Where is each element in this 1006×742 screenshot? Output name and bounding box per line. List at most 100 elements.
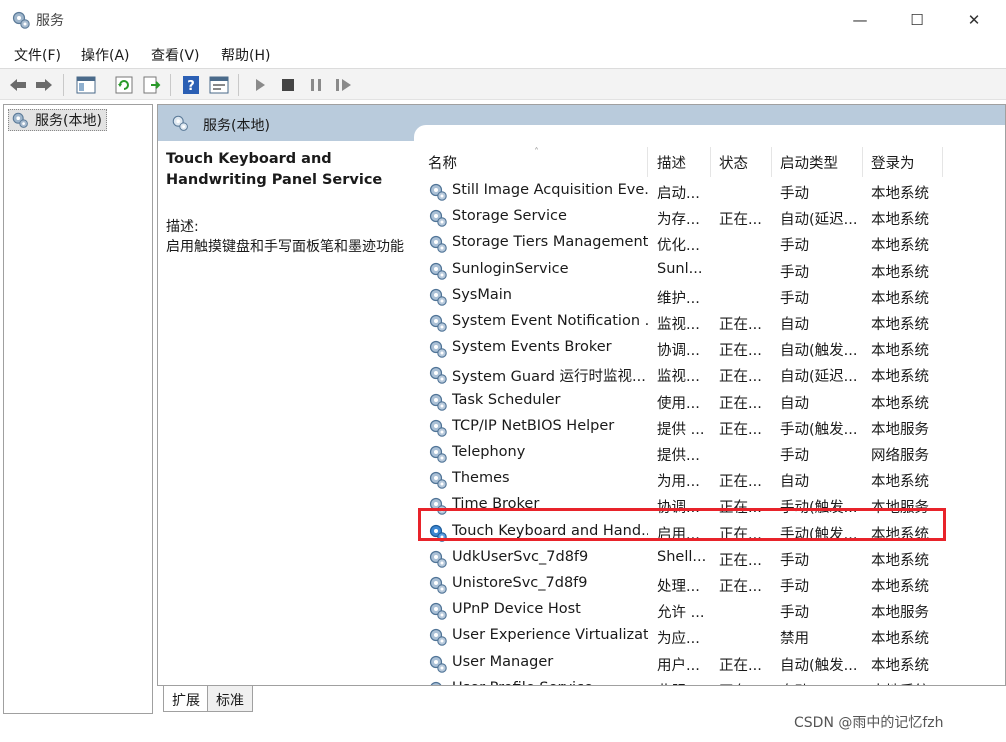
service-description-cell: 启动... [657, 186, 700, 202]
service-description-cell: 使用... [657, 395, 700, 412]
service-description-cell: 优化... [657, 238, 700, 255]
service-startup-type-cell: 手动 [780, 605, 809, 622]
help-icon[interactable]: ? [179, 73, 203, 97]
table-row[interactable]: Telephony 提供... 手动 网络服务 [420, 441, 940, 467]
description-label: 描述: [166, 219, 199, 235]
menu-file[interactable]: 文件(F) [14, 45, 61, 65]
service-log-on-as-cell: 本地系统 [871, 526, 929, 543]
properties-icon[interactable] [207, 73, 231, 97]
tab-extended[interactable]: 扩展 [163, 686, 209, 712]
back-arrow-icon[interactable] [6, 73, 30, 97]
start-service-icon[interactable] [248, 73, 272, 97]
tree-item-services-local[interactable]: 服务(本地) [8, 109, 107, 131]
service-startup-type-cell: 自动(延迟... [780, 212, 858, 229]
service-description-cell: 维护... [657, 290, 700, 307]
service-name-cell: User Manager [452, 653, 554, 670]
table-row[interactable]: System Events Broker 协调... 正在... 自动(触发... 本地… [420, 336, 940, 362]
service-name-cell: SunloginService [452, 260, 569, 277]
column-header-name[interactable]: 名称 ˄ [420, 147, 648, 177]
column-header-name-label: 名称 [428, 155, 457, 172]
service-startup-type-cell: 手动(触发... [780, 500, 858, 517]
restart-service-icon[interactable] [332, 73, 356, 97]
service-name-cell: Storage Tiers Management [452, 234, 648, 251]
service-startup-type-cell: 禁用 [780, 631, 809, 648]
menu-action[interactable]: 操作(A) [81, 45, 130, 65]
table-row[interactable]: SunloginService Sunl... 手动 本地系统 [420, 258, 940, 284]
service-startup-type-cell: 自动(触发... [780, 657, 858, 674]
forward-arrow-icon[interactable] [32, 73, 56, 97]
console-tree-icon[interactable] [74, 73, 98, 97]
service-gear-icon [428, 470, 448, 490]
table-row[interactable]: System Event Notification ... 监视... 正在... 自… [420, 310, 940, 336]
service-description-cell: 启用... [657, 526, 700, 543]
service-log-on-as-cell: 本地系统 [871, 186, 929, 202]
menu-view[interactable]: 查看(V) [151, 45, 200, 65]
export-list-icon[interactable] [140, 73, 164, 97]
table-row[interactable]: Task Scheduler 使用... 正在... 自动 本地系统 [420, 389, 940, 415]
service-gear-icon [428, 654, 448, 674]
view-tabs: 扩展 标准 [157, 686, 457, 714]
services-list: 名称 ˄ 描述 状态 启动类型 登录为 Still Image Acquisit… [420, 141, 1005, 685]
table-row[interactable]: Time Broker 协调... 正在... 手动(触发... 本地服务 [420, 493, 940, 519]
service-name-cell: UnistoreSvc_7d8f9 [452, 575, 588, 591]
table-row[interactable]: TCP/IP NetBIOS Helper 提供 ... 正在... 手动(触发...… [420, 415, 940, 441]
table-row[interactable]: User Manager 用户... 正在... 自动(触发... 本地系统 [420, 651, 940, 677]
service-status-cell: 正在... [719, 474, 762, 491]
service-status-cell: 正在... [719, 317, 762, 333]
service-description-cell: Shell... [657, 548, 707, 565]
pause-service-icon[interactable] [304, 73, 328, 97]
service-status-cell: 正在... [719, 212, 762, 229]
tab-standard[interactable]: 标准 [207, 686, 253, 712]
service-description-cell: 此服... [657, 680, 715, 685]
table-row[interactable]: Touch Keyboard and Hand... 启用... 正在... 手动(触… [420, 520, 940, 546]
service-name-cell: User Experience Virtualizat... [452, 627, 648, 644]
column-header-description[interactable]: 描述 [649, 147, 711, 177]
watermark: CSDN @雨中的记忆fzh [794, 715, 944, 731]
service-startup-type-cell: 自动 [780, 395, 809, 412]
service-description-cell: 为应... [657, 631, 700, 648]
table-row[interactable]: System Guard 运行时监视... 监视... 正在... 自动(延迟... 本… [420, 362, 940, 388]
description-pane: Touch Keyboard and Handwriting Panel Ser… [166, 149, 411, 257]
menu-help[interactable]: 帮助(H) [221, 45, 270, 65]
table-row[interactable]: User Experience Virtualizat... 为应... 禁用 本地系… [420, 624, 940, 650]
table-row[interactable]: UdkUserSvc_7d8f9 Shell... 正在... 手动 本地系统 [420, 546, 940, 572]
stop-service-icon[interactable] [276, 73, 300, 97]
table-row[interactable]: Storage Service 为存... 正在... 自动(延迟... 本地系统 [420, 205, 940, 231]
column-header-startup-type[interactable]: 启动类型 [772, 147, 863, 177]
service-log-on-as-cell: 本地系统 [871, 290, 929, 307]
table-row[interactable]: SysMain 维护... 手动 本地系统 [420, 284, 940, 310]
toolbar: ? [0, 68, 1006, 100]
service-startup-type-cell: 自动 [780, 474, 809, 491]
service-log-on-as-cell: 本地系统 [871, 317, 929, 333]
service-gear-icon [428, 339, 448, 359]
service-description-cell: 提供 ... [657, 421, 705, 438]
service-description-cell: 处理... [657, 579, 700, 595]
service-gear-icon [428, 523, 448, 543]
service-log-on-as-cell: 本地系统 [871, 657, 929, 674]
table-row[interactable]: Still Image Acquisition Eve... 启动... 手动 本地系… [420, 179, 940, 205]
tree-item-label: 服务(本地) [35, 113, 102, 129]
close-button[interactable]: ✕ [946, 0, 1002, 40]
table-row[interactable]: Storage Tiers Management 优化... 手动 本地系统 [420, 231, 940, 257]
service-name-cell: User Profile Service [452, 680, 648, 685]
service-startup-type-cell: 自动 [780, 680, 866, 685]
service-name-cell: Still Image Acquisition Eve... [452, 182, 648, 198]
service-gear-icon [428, 182, 448, 202]
service-gear-icon [428, 261, 448, 281]
service-description-cell: 允许 ... [657, 605, 705, 622]
service-status-cell: 正在... [719, 680, 777, 685]
service-gear-icon [428, 444, 448, 464]
service-status-cell: 正在... [719, 343, 762, 360]
column-header-status[interactable]: 状态 [711, 147, 772, 177]
service-startup-type-cell: 手动 [780, 448, 809, 464]
maximize-button[interactable]: ☐ [889, 0, 945, 40]
minimize-button[interactable]: — [832, 0, 888, 40]
table-row[interactable]: UnistoreSvc_7d8f9 处理... 正在... 手动 本地系统 [420, 572, 940, 598]
services-gear-icon [12, 11, 30, 29]
column-header-log-on-as[interactable]: 登录为 [863, 147, 943, 177]
table-row[interactable]: UPnP Device Host 允许 ... 手动 本地服务 [420, 598, 940, 624]
service-log-on-as-cell: 本地系统 [871, 579, 929, 595]
table-row[interactable]: Themes 为用... 正在... 自动 本地系统 [420, 467, 940, 493]
table-row[interactable]: User Profile Service 此服... 正在...自动本地系统 [420, 677, 940, 685]
refresh-icon[interactable] [112, 73, 136, 97]
